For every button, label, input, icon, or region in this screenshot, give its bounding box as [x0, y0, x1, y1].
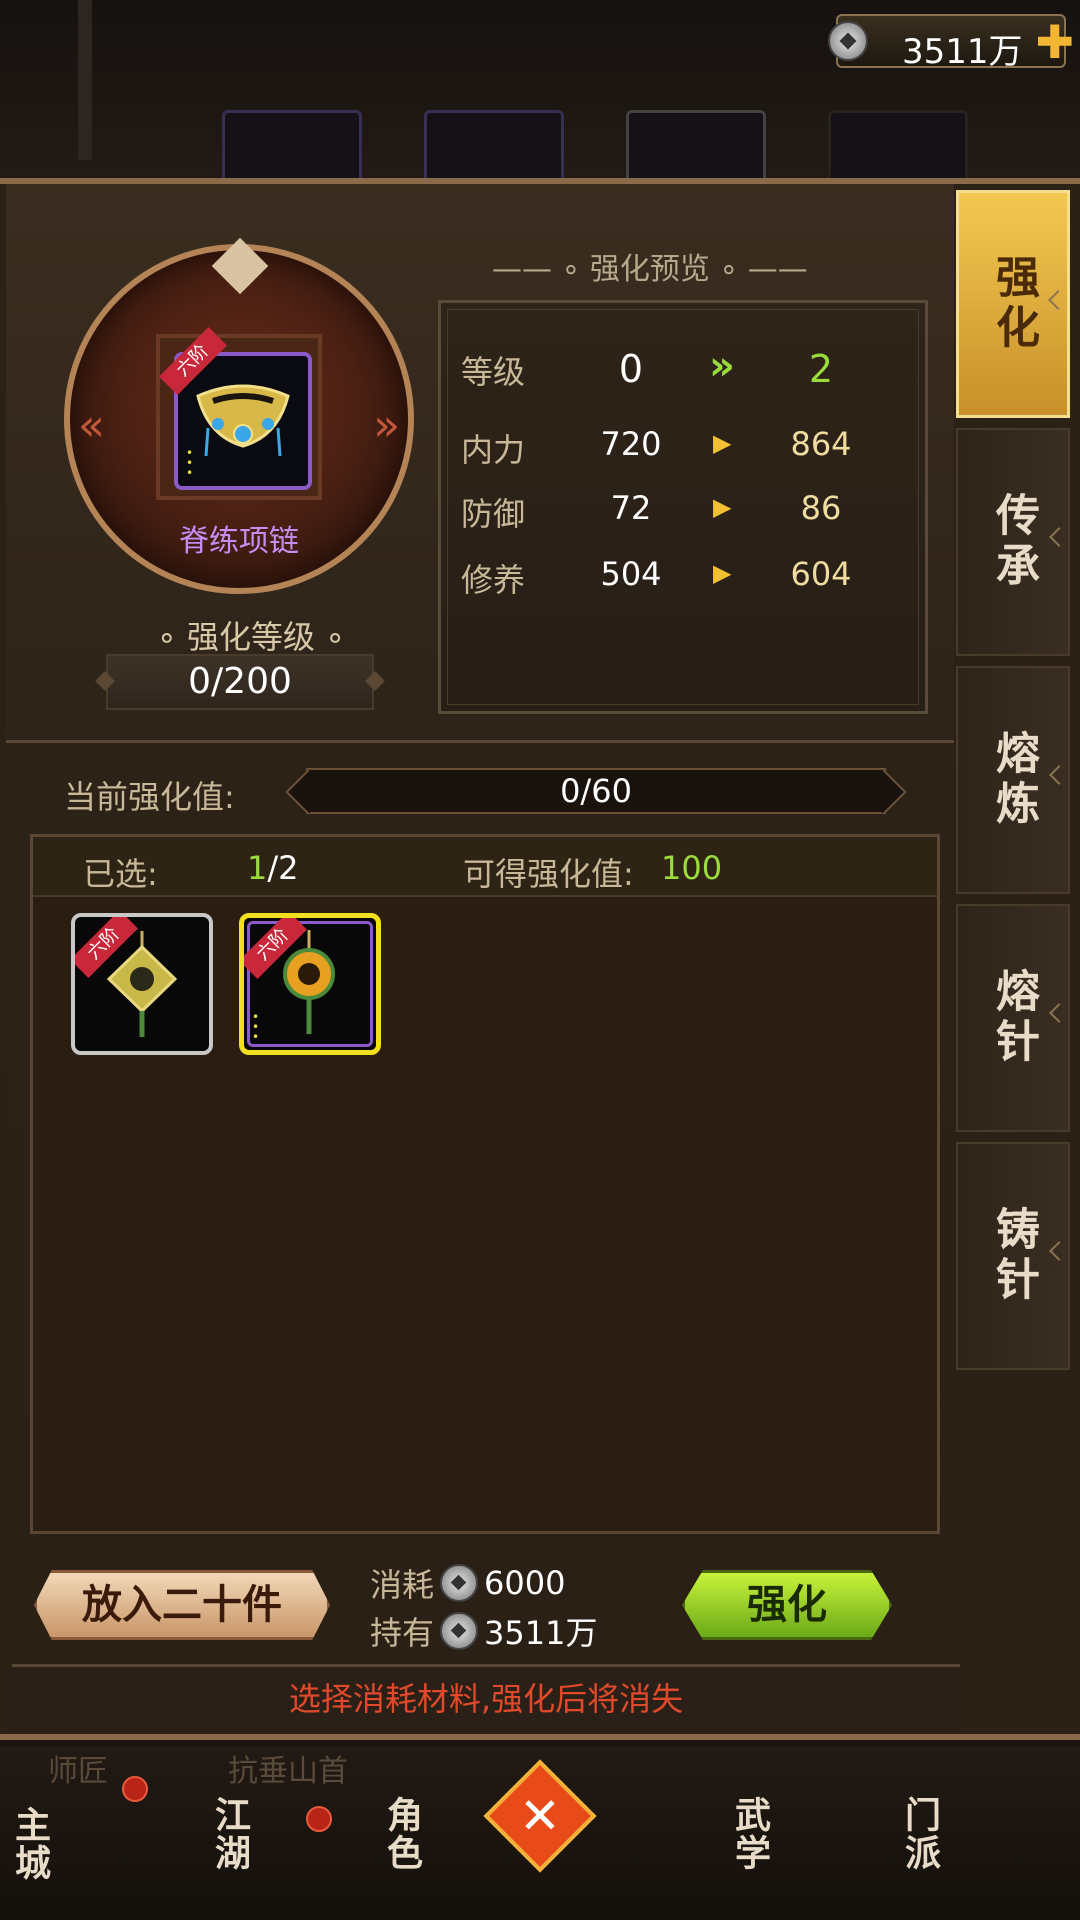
strengthen-value-bar: 0/60 — [306, 768, 886, 814]
gain-label: 可得强化值: — [463, 855, 634, 893]
notification-dot — [122, 1776, 148, 1802]
silver-coin-icon — [440, 1564, 479, 1602]
stat-name: 等级 — [461, 353, 526, 391]
tab-label: 传承 — [988, 492, 1039, 592]
stat-name: 内力 — [461, 431, 526, 469]
divider — [6, 740, 954, 743]
cost-label: 消耗 — [370, 1566, 435, 1604]
enhance-button[interactable]: 强化 — [682, 1570, 892, 1640]
material-item[interactable]: 六阶 — [71, 913, 213, 1055]
selected-label: 已选: — [83, 855, 158, 893]
nav-character[interactable]: 角色 — [376, 1796, 428, 1872]
stat-name: 修养 — [461, 561, 526, 599]
tab-strengthen[interactable]: 强化 — [956, 190, 1070, 418]
selected-count: 1/2 — [247, 849, 299, 887]
hint-text: 选择消耗材料,强化后将消失 — [12, 1664, 960, 1734]
tab-melt-needle[interactable]: 熔针 — [956, 904, 1070, 1132]
chevron-left-icon — [1049, 1003, 1069, 1023]
material-grid: 已选: 1/2 可得强化值: 100 六阶 • • • 六阶 — [30, 834, 940, 1534]
put-twenty-button[interactable]: 放入二十件 — [34, 1570, 330, 1640]
level-title-text: 强化等级 — [186, 618, 315, 656]
stat-next: 86 — [800, 489, 842, 527]
strengthen-value-label: 当前强化值: — [64, 778, 235, 816]
selected-total: /2 — [267, 849, 299, 887]
stat-row-level: 等级 0 » 2 — [461, 343, 901, 397]
chevron-left-icon — [1049, 1241, 1069, 1261]
arrow-right-icon: ▶ — [713, 493, 732, 521]
stat-next: 604 — [790, 555, 852, 593]
currency-display: 3511万 ✚ — [828, 14, 1074, 72]
arrow-left-icon: « — [78, 400, 105, 451]
stat-row-xiuyang: 修养 504 ▶ 604 — [461, 555, 901, 605]
star-dots: • • • — [252, 1010, 260, 1044]
selected-count-num: 1 — [247, 849, 268, 887]
double-arrow-icon: » — [709, 343, 735, 389]
arrow-right-icon: ▶ — [713, 559, 732, 587]
level-value-box: 0/200 — [95, 654, 385, 710]
cost-row: 消耗 6000 — [370, 1560, 565, 1606]
stat-next: 2 — [808, 347, 834, 391]
stat-current: 504 — [600, 555, 662, 593]
stat-current: 0 — [618, 347, 644, 391]
own-label: 持有 — [370, 1614, 435, 1652]
tab-label: 强化 — [988, 254, 1039, 354]
tab-label: 熔炼 — [988, 730, 1039, 830]
ornament-diamond — [211, 237, 269, 295]
own-value: 3511万 — [484, 1614, 598, 1652]
stat-next: 864 — [790, 425, 852, 463]
arrow-right-icon: » — [373, 400, 400, 451]
preview-table: 等级 0 » 2 内力 720 ▶ 864 防御 72 ▶ 86 修养 504 … — [438, 300, 928, 714]
background-pole — [78, 0, 92, 160]
preview-title: —— ∘ 强化预览 ∘ —— — [492, 252, 808, 287]
item-name: 脊练项链 — [179, 524, 299, 559]
tab-label: 铸针 — [988, 1206, 1039, 1306]
close-icon: ✕ — [519, 1787, 561, 1845]
stat-current: 72 — [610, 489, 652, 527]
chevron-left-icon — [1049, 765, 1069, 785]
strengthen-value: 0/60 — [560, 772, 632, 810]
tab-cast-needle[interactable]: 铸针 — [956, 1142, 1070, 1370]
stat-row-defense: 防御 72 ▶ 86 — [461, 489, 901, 539]
nav-background-label: 抗垂山首 — [228, 1754, 348, 1789]
tab-inherit[interactable]: 传承 — [956, 428, 1070, 656]
plus-icon[interactable]: ✚ — [1035, 19, 1074, 65]
preview-title-text: 强化预览 — [589, 252, 710, 287]
bottom-nav: 师匠 抗垂山首 主城 江湖 角色 ✕ 武学 门派 — [0, 1746, 1080, 1920]
level-value: 0/200 — [188, 661, 292, 702]
star-dots: • • • — [186, 446, 194, 480]
silver-coin-icon — [440, 1612, 479, 1650]
nav-main-city[interactable]: 主城 — [4, 1806, 56, 1882]
chevron-left-icon — [1049, 527, 1069, 547]
nav-sect[interactable]: 门派 — [894, 1796, 946, 1872]
material-header: 已选: 1/2 可得强化值: 100 — [33, 837, 937, 897]
own-row: 持有 3511万 — [370, 1608, 597, 1654]
stat-name: 防御 — [461, 495, 526, 533]
tab-label: 熔针 — [988, 968, 1039, 1068]
cost-value: 6000 — [484, 1564, 566, 1602]
silver-coin-icon — [828, 21, 868, 61]
nav-martial-arts[interactable]: 武学 — [724, 1796, 776, 1872]
currency-amount: 3511万 — [902, 32, 1023, 72]
arrow-right-icon: ▶ — [713, 429, 732, 457]
level-title: ∘ 强化等级 ∘ — [156, 618, 346, 656]
stat-row-neili: 内力 720 ▶ 864 — [461, 425, 901, 475]
ornament-tip — [365, 671, 385, 691]
ornament-tip — [95, 671, 115, 691]
item-frame: • • • 六阶 — [156, 327, 322, 500]
tab-smelt[interactable]: 熔炼 — [956, 666, 1070, 894]
strengthen-panel: « » • • • 六阶 脊练项链 ∘ 强化等级 ∘ 0/200 —— ∘ 强化… — [0, 178, 1080, 1740]
nav-close-button[interactable]: ✕ — [483, 1759, 597, 1873]
nav-background-label: 师匠 — [48, 1754, 108, 1789]
chevron-left-icon — [1048, 290, 1068, 310]
material-item-selected[interactable]: • • • 六阶 — [239, 913, 381, 1055]
notification-dot — [306, 1806, 332, 1832]
gain-value: 100 — [661, 849, 723, 887]
stat-current: 720 — [600, 425, 662, 463]
nav-jianghu[interactable]: 江湖 — [204, 1796, 256, 1872]
main-area: « » • • • 六阶 脊练项链 ∘ 强化等级 ∘ 0/200 —— ∘ 强化… — [6, 184, 960, 1734]
